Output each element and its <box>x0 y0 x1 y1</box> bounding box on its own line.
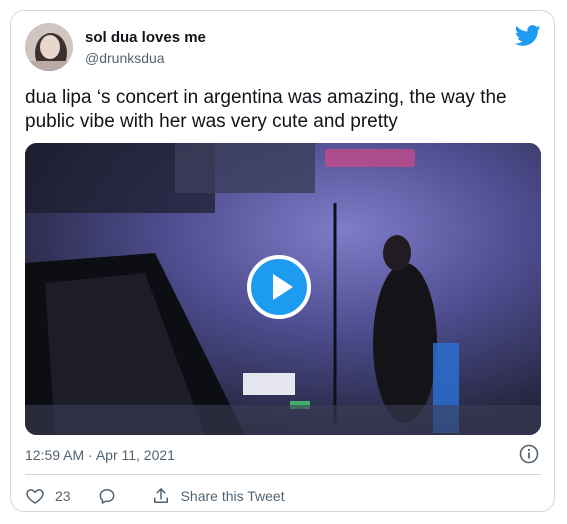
reply-bubble-icon <box>99 489 114 504</box>
tweet-text: dua lipa ‘s concert in argentina was ama… <box>25 87 507 132</box>
display-name[interactable]: sol dua loves me <box>85 29 206 46</box>
action-bar: 23 Share this Tweet <box>25 485 285 507</box>
tweet-card: sol dua loves me @drunksdua dua lipa ‘s … <box>10 10 555 512</box>
like-count: 23 <box>55 488 71 504</box>
share-icon <box>153 488 168 503</box>
user-handle[interactable]: @drunksdua <box>85 50 165 66</box>
like-button[interactable]: 23 <box>25 486 71 506</box>
play-button[interactable] <box>247 255 311 319</box>
video-media[interactable] <box>25 143 541 435</box>
avatar[interactable] <box>25 23 73 71</box>
heart-icon <box>26 489 44 504</box>
share-label: Share this Tweet <box>180 488 285 504</box>
info-icon[interactable] <box>519 444 539 464</box>
reply-button[interactable] <box>97 486 117 506</box>
tweet-timestamp[interactable]: 12:59 AM · Apr 11, 2021 <box>25 447 175 463</box>
avatar-image <box>25 23 73 71</box>
twitter-bird-icon[interactable] <box>515 25 541 47</box>
divider <box>25 474 541 475</box>
share-button[interactable]: Share this Tweet <box>151 486 285 506</box>
